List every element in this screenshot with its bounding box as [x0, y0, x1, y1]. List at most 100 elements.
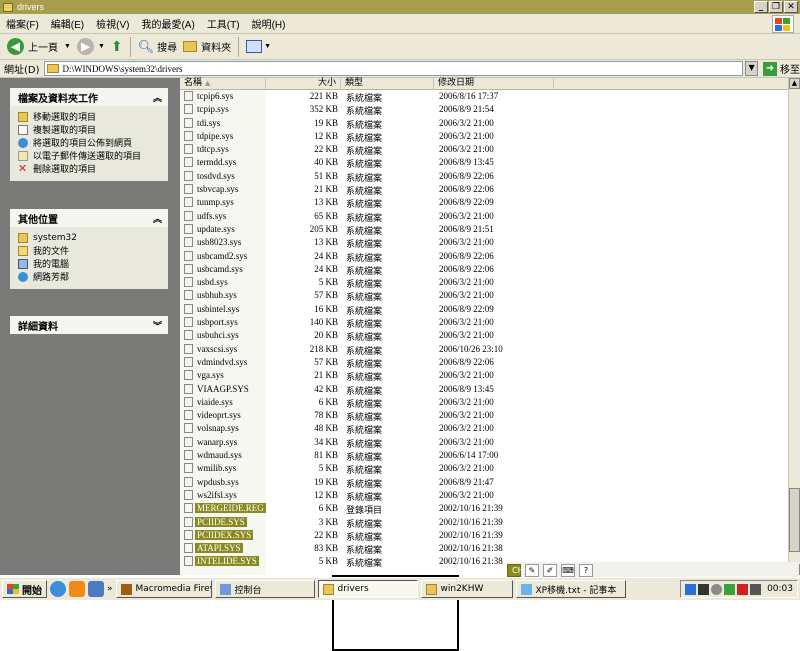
menu-view[interactable]: 檢視(V): [90, 16, 135, 31]
vertical-scrollbar[interactable]: ▲ ▼: [788, 78, 800, 575]
file-date: 2002/10/16 21:39: [439, 516, 503, 527]
back-button[interactable]: ◀ 上一頁 ▼: [4, 36, 74, 58]
file-row[interactable]: vdmindvd.sys 57 KB 系統檔案 2006/8/9 22:06: [180, 356, 788, 369]
column-date[interactable]: 修改日期: [434, 78, 554, 90]
file-row[interactable]: tcpip6.sys 221 KB 系統檔案 2006/8/16 17:37: [180, 90, 788, 103]
app-quicklaunch-icon[interactable]: [69, 581, 85, 597]
menu-edit[interactable]: 編輯(E): [45, 16, 90, 31]
file-row[interactable]: ATAPI.SYS 83 KB 系統檔案 2002/10/16 21:38: [180, 542, 788, 555]
file-row[interactable]: videoprt.sys 78 KB 系統檔案 2006/3/2 21:00: [180, 409, 788, 422]
menu-favorites[interactable]: 我的最愛(A): [135, 16, 200, 31]
ime-keyboard-icon[interactable]: ⌨: [561, 563, 575, 577]
folder-icon: [425, 583, 437, 595]
tray-icon[interactable]: [685, 583, 697, 595]
menu-file[interactable]: 檔案(F): [0, 16, 45, 31]
place-my-documents[interactable]: 我的文件: [18, 244, 162, 257]
file-row[interactable]: wdmaud.sys 81 KB 系統檔案 2006/6/14 17:00: [180, 449, 788, 462]
place-network[interactable]: 網路芳鄰: [18, 270, 162, 283]
forward-button[interactable]: ▶ ▼: [74, 36, 108, 58]
close-button[interactable]: ✕: [784, 1, 798, 13]
file-row[interactable]: tcpip.sys 352 KB 系統檔案 2006/8/9 21:54: [180, 103, 788, 116]
file-row[interactable]: PCIIDEX.SYS 22 KB 系統檔案 2002/10/16 21:39: [180, 529, 788, 542]
other-places-header[interactable]: 其他位置 ︽: [10, 209, 168, 227]
file-row[interactable]: vga.sys 21 KB 系統檔案 2006/3/2 21:00: [180, 369, 788, 382]
file-row[interactable]: usbuhci.sys 20 KB 系統檔案 2006/3/2 21:00: [180, 329, 788, 342]
file-row[interactable]: PCIIDE.SYS 3 KB 系統檔案 2002/10/16 21:39: [180, 516, 788, 529]
task-move[interactable]: 移動選取的項目: [18, 110, 162, 123]
quicklaunch-overflow-icon[interactable]: »: [107, 584, 113, 594]
file-row[interactable]: tdtcp.sys 22 KB 系統檔案 2006/3/2 21:00: [180, 143, 788, 156]
file-row[interactable]: ws2ifsl.sys 12 KB 系統檔案 2006/3/2 21:00: [180, 489, 788, 502]
views-button[interactable]: ▼: [243, 36, 274, 58]
column-name[interactable]: 名稱 ▲: [180, 78, 266, 90]
details-header[interactable]: 詳細資料 ︾: [10, 316, 168, 334]
menu-help[interactable]: 說明(H): [246, 16, 292, 31]
go-button[interactable]: ➜ 移至: [763, 61, 800, 76]
file-row[interactable]: udfs.sys 65 KB 系統檔案 2006/3/2 21:00: [180, 210, 788, 223]
file-row[interactable]: tsbvcap.sys 21 KB 系統檔案 2006/8/9 22:06: [180, 183, 788, 196]
app-quicklaunch-icon[interactable]: [88, 581, 104, 597]
column-size[interactable]: 大小: [266, 78, 341, 90]
file-row[interactable]: usb8023.sys 13 KB 系統檔案 2006/3/2 21:00: [180, 236, 788, 249]
task-email[interactable]: 以電子郵件傳送選取的項目: [18, 149, 162, 162]
start-button[interactable]: 開始: [2, 580, 47, 598]
minimize-button[interactable]: _: [754, 1, 768, 13]
maximize-button[interactable]: ❐: [769, 1, 783, 13]
task-publish[interactable]: 將選取的項目公佈到網頁: [18, 136, 162, 149]
taskbar-item-fireworks[interactable]: Macromedia Firewo...: [115, 580, 212, 598]
file-row[interactable]: update.sys 205 KB 系統檔案 2006/8/9 21:51: [180, 223, 788, 236]
taskbar-item-win2khw[interactable]: win2KHW: [420, 580, 513, 598]
up-button[interactable]: ⬆: [108, 36, 126, 58]
scroll-up-button[interactable]: ▲: [789, 78, 800, 89]
ie-quicklaunch-icon[interactable]: [50, 581, 66, 597]
folders-button[interactable]: 資料夾: [180, 36, 234, 58]
file-row[interactable]: wpdusb.sys 19 KB 系統檔案 2006/8/9 21:47: [180, 476, 788, 489]
column-type[interactable]: 類型: [341, 78, 434, 90]
address-dropdown-button[interactable]: ▼: [745, 61, 759, 76]
taskbar-item-control-panel[interactable]: 控制台: [214, 580, 315, 598]
file-row[interactable]: volsnap.sys 48 KB 系統檔案 2006/3/2 21:00: [180, 422, 788, 435]
file-row[interactable]: usbcamd2.sys 24 KB 系統檔案 2006/8/9 22:06: [180, 250, 788, 263]
file-row[interactable]: wmilib.sys 5 KB 系統檔案 2006/3/2 21:00: [180, 462, 788, 475]
taskbar-item-drivers[interactable]: drivers: [317, 580, 418, 598]
file-row[interactable]: usbd.sys 5 KB 系統檔案 2006/3/2 21:00: [180, 276, 788, 289]
file-tasks-header[interactable]: 檔案及資料夾工作 ︽: [10, 88, 168, 106]
file-row[interactable]: usbport.sys 140 KB 系統檔案 2006/3/2 21:00: [180, 316, 788, 329]
tray-icon[interactable]: [724, 583, 736, 595]
ime-tool-icon[interactable]: ✎: [525, 563, 539, 577]
collapse-icon[interactable]: ︽: [153, 91, 162, 104]
file-row[interactable]: usbcamd.sys 24 KB 系統檔案 2006/8/9 22:06: [180, 263, 788, 276]
tray-icon[interactable]: [737, 583, 749, 595]
file-row[interactable]: VIAAGP.SYS 42 KB 系統檔案 2006/8/9 13:45: [180, 383, 788, 396]
file-type: 系統檔案: [346, 172, 383, 183]
collapse-icon[interactable]: ︽: [153, 212, 162, 225]
scroll-thumb[interactable]: [789, 488, 800, 552]
tray-icon[interactable]: [698, 583, 710, 595]
place-system32[interactable]: system32: [18, 231, 162, 244]
file-row[interactable]: tunmp.sys 13 KB 系統檔案 2006/8/9 22:09: [180, 196, 788, 209]
file-row[interactable]: tdpipe.sys 12 KB 系統檔案 2006/3/2 21:00: [180, 130, 788, 143]
file-row[interactable]: usbhub.sys 57 KB 系統檔案 2006/3/2 21:00: [180, 289, 788, 302]
title-bar[interactable]: drivers _ ❐ ✕: [0, 0, 800, 14]
place-my-computer[interactable]: 我的電腦: [18, 257, 162, 270]
file-row[interactable]: termdd.sys 40 KB 系統檔案 2006/8/9 13:45: [180, 156, 788, 169]
search-button[interactable]: 🔍︎ 搜尋: [135, 36, 181, 58]
file-row[interactable]: usbintel.sys 16 KB 系統檔案 2006/8/9 22:09: [180, 303, 788, 316]
speaker-icon[interactable]: [750, 583, 762, 595]
ime-chinese-button[interactable]: CH: [507, 563, 524, 577]
expand-icon[interactable]: ︾: [153, 319, 162, 332]
file-row[interactable]: viaide.sys 6 KB 系統檔案 2006/3/2 21:00: [180, 396, 788, 409]
file-row[interactable]: tdi.sys 19 KB 系統檔案 2006/3/2 21:00: [180, 117, 788, 130]
file-row[interactable]: MERGEIDE.REG 6 KB 登錄項目 2002/10/16 21:39: [180, 502, 788, 515]
task-copy[interactable]: 複製選取的項目: [18, 123, 162, 136]
taskbar-item-notepad[interactable]: XP移機.txt - 記事本: [515, 580, 626, 598]
file-row[interactable]: wanarp.sys 34 KB 系統檔案 2006/3/2 21:00: [180, 436, 788, 449]
address-input[interactable]: D:\WINDOWS\system32\drivers: [43, 61, 744, 76]
menu-tools[interactable]: 工具(T): [201, 16, 246, 31]
task-delete[interactable]: ✕ 刪除選取的項目: [18, 162, 162, 176]
ime-help-button[interactable]: ?: [579, 563, 593, 577]
ime-pen-icon[interactable]: ✐: [543, 563, 557, 577]
file-row[interactable]: vaxscsi.sys 218 KB 系統檔案 2006/10/26 23:10: [180, 343, 788, 356]
file-row[interactable]: tosdvd.sys 51 KB 系統檔案 2006/8/9 22:06: [180, 170, 788, 183]
tray-icon[interactable]: [711, 583, 723, 595]
